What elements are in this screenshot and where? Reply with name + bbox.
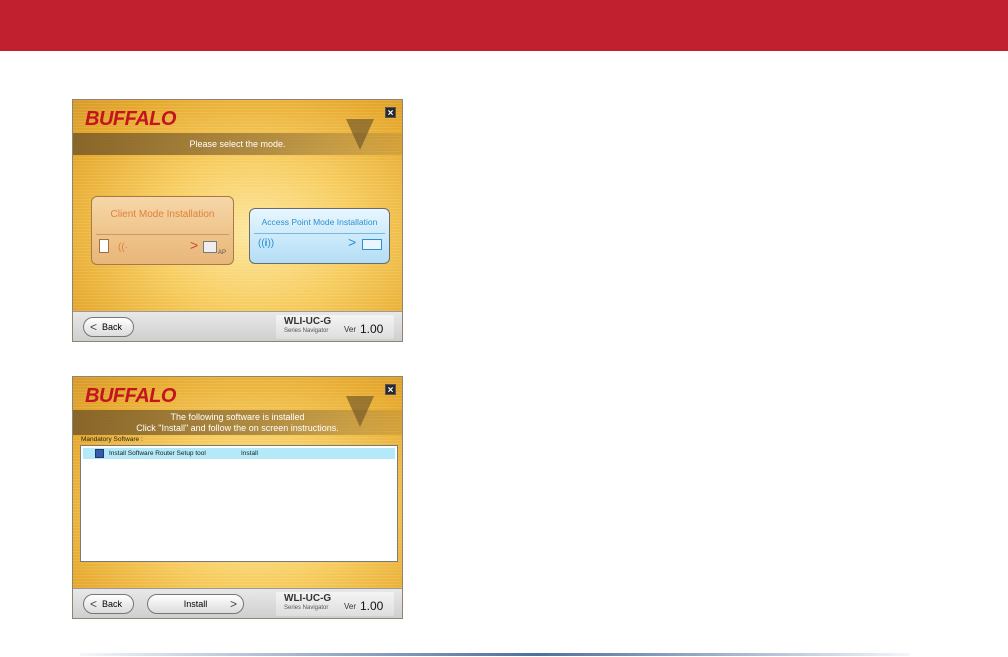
installer-icon: [95, 449, 104, 458]
window-title: The following software is installed Clic…: [136, 412, 339, 433]
client-mode-button[interactable]: Client Mode Installation ((· > AP: [91, 196, 234, 265]
wireless-wave-icon: ((·: [118, 242, 128, 253]
chevron-left-icon: <: [90, 320, 98, 334]
software-list: Install Software Router Setup tool Insta…: [80, 445, 398, 562]
arrow-right-icon: >: [190, 237, 199, 253]
series-label: Series Navigator: [284, 605, 329, 611]
close-button[interactable]: ×: [385, 107, 396, 119]
window-title: Please select the mode.: [189, 139, 286, 149]
software-install-window: BUFFALO × The following software is inst…: [72, 376, 403, 619]
usb-adapter-icon: [99, 239, 109, 253]
close-button[interactable]: ×: [385, 384, 396, 396]
footer-bar: < Back Install > WLI-UC-G Series Navigat…: [73, 588, 402, 618]
client-mode-label: Client Mode Installation: [110, 209, 215, 220]
ver-label: Ver: [344, 325, 357, 334]
back-button[interactable]: < Back: [83, 317, 134, 337]
wireless-ap-icon: ((i)): [258, 238, 275, 249]
model-name: WLI-UC-G: [284, 593, 332, 604]
install-button[interactable]: Install >: [147, 594, 244, 614]
back-button[interactable]: < Back: [83, 594, 134, 614]
software-action: Install: [241, 450, 258, 457]
version-number: 1.00: [360, 322, 384, 336]
buffalo-logo: BUFFALO: [85, 108, 176, 130]
ver-label: Ver: [344, 602, 357, 611]
ap-mode-label: Access Point Mode Installation: [261, 217, 378, 227]
version-badge: WLI-UC-G Series Navigator Ver 1.00: [276, 592, 394, 616]
access-point-mode-button[interactable]: Access Point Mode Installation ((i)) >: [249, 208, 390, 264]
model-name: WLI-UC-G: [284, 316, 332, 327]
bottom-divider: [80, 653, 910, 656]
header-red-bar: [0, 0, 1008, 51]
software-name: Install Software Router Setup tool: [109, 450, 206, 457]
arrow-right-icon: >: [348, 234, 357, 250]
chevron-left-icon: <: [90, 597, 98, 611]
laptop-icon: [362, 239, 382, 250]
ap-tag: AP: [218, 250, 227, 256]
footer-bar: < Back WLI-UC-G Series Navigator Ver 1.0…: [73, 311, 402, 341]
chevron-right-icon: >: [229, 597, 237, 611]
access-point-icon: [203, 241, 217, 253]
version-number: 1.00: [360, 599, 384, 613]
mode-select-window: BUFFALO × Please select the mode. Client…: [72, 99, 403, 342]
list-item[interactable]: Install Software Router Setup tool Insta…: [83, 448, 395, 459]
series-label: Series Navigator: [284, 328, 329, 334]
buffalo-logo: BUFFALO: [85, 385, 176, 407]
mandatory-software-label: Mandatory Software :: [81, 436, 143, 443]
version-badge: WLI-UC-G Series Navigator Ver 1.00: [276, 315, 394, 339]
